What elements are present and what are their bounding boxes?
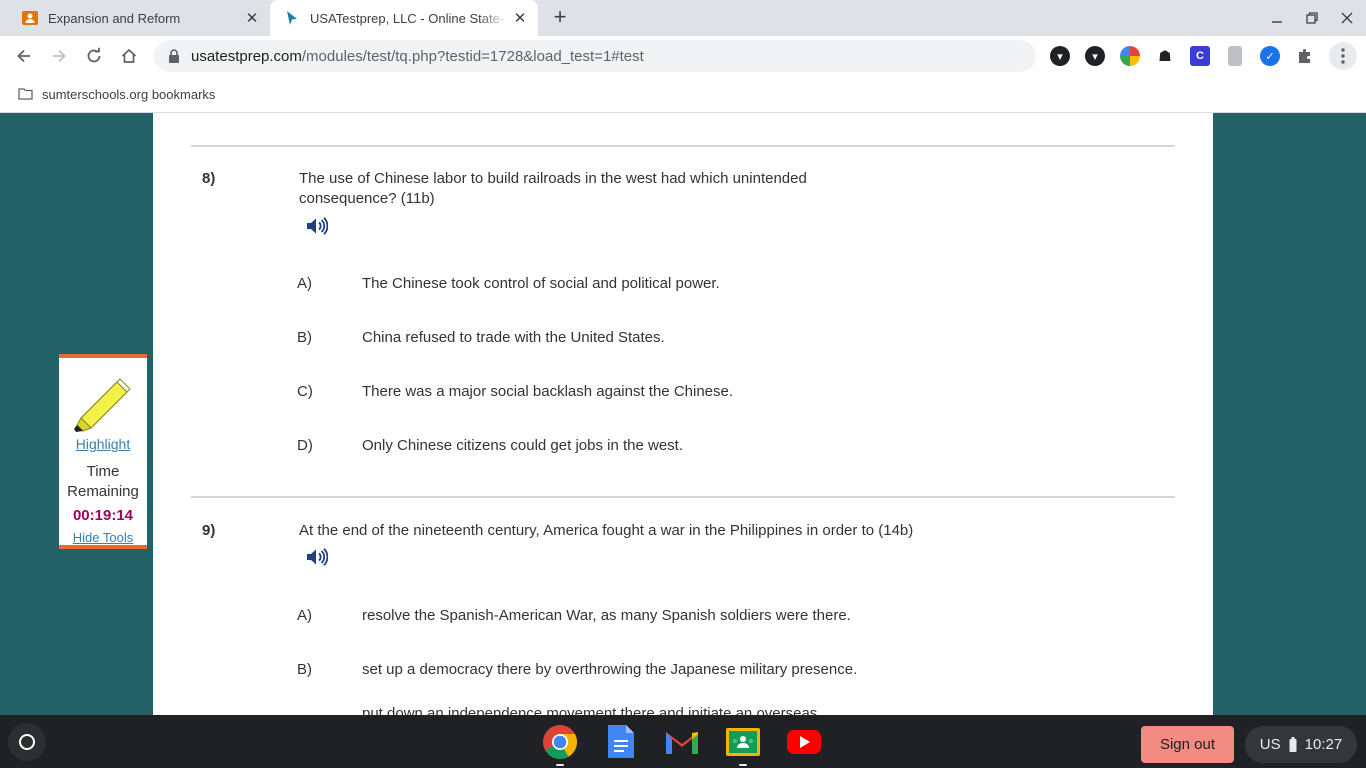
restore-icon[interactable] (1300, 6, 1324, 30)
input-method-label: US (1259, 736, 1281, 753)
folder-icon (18, 88, 33, 100)
answer-text: resolve the Spanish-American War, as man… (362, 607, 851, 624)
usatestprep-icon (287, 11, 297, 25)
divider (191, 145, 1175, 147)
tab-strip: Expansion and Reform ✕ USATestprep, LLC … (0, 0, 1366, 36)
sign-out-button[interactable]: Sign out (1141, 726, 1234, 763)
tab-expansion-and-reform[interactable]: Expansion and Reform ✕ (0, 0, 270, 36)
hide-tools-link[interactable]: Hide Tools (59, 530, 147, 545)
shield-check-extension-icon[interactable]: ✓ (1260, 46, 1280, 66)
tab-title: USATestprep, LLC - Online State- (310, 10, 505, 26)
question-number: 9) (202, 522, 216, 539)
battery-icon (1289, 737, 1297, 752)
answer-text: put down an independence movement there … (362, 705, 818, 715)
speaker-icon[interactable] (306, 547, 328, 567)
question-number: 8) (202, 170, 216, 187)
chrome-icon[interactable] (542, 724, 578, 766)
url-host: usatestprep.com (191, 47, 302, 65)
document-extension-icon[interactable] (1228, 46, 1242, 66)
home-icon[interactable] (117, 44, 141, 68)
shield-extension-icon[interactable]: ▾ (1050, 46, 1070, 66)
colorful-extension-icon[interactable] (1120, 46, 1140, 66)
speaker-icon[interactable] (306, 216, 328, 236)
test-content-panel: 8) The use of Chinese labor to build rai… (153, 113, 1213, 715)
bookmarks-bar: sumterschools.org bookmarks (0, 76, 1366, 113)
lock-icon (169, 49, 179, 63)
system-tray[interactable]: US 10:27 (1245, 726, 1357, 763)
answer-letter: A) (297, 607, 312, 624)
running-indicator (739, 764, 747, 766)
answer-text: There was a major social backlash agains… (362, 383, 734, 400)
answer-letter: B) (297, 661, 312, 678)
google-docs-icon[interactable] (603, 724, 639, 760)
url-path: /modules/test/tq.php?testid=1728&load_te… (301, 47, 644, 65)
test-tools-panel: Highlight Time Remaining 00:19:14 Hide T… (59, 354, 147, 549)
question-text: The use of Chinese labor to build railro… (299, 169, 807, 209)
back-icon[interactable] (12, 44, 36, 68)
bookmark-folder-label[interactable]: sumterschools.org bookmarks (42, 87, 215, 102)
spy-extension-icon[interactable]: ☗ (1155, 46, 1175, 66)
highlight-link[interactable]: Highlight (59, 436, 147, 452)
answer-letter: A) (297, 275, 312, 292)
google-classroom-icon[interactable] (725, 724, 761, 766)
tab-usatestprep[interactable]: USATestprep, LLC - Online State- ✕ (270, 0, 538, 36)
answer-text: Only Chinese citizens could get jobs in … (362, 437, 683, 454)
gmail-icon[interactable] (664, 724, 700, 760)
launcher-button[interactable] (8, 723, 46, 761)
new-tab-button[interactable]: + (548, 6, 572, 30)
close-tab-icon[interactable]: ✕ (240, 9, 264, 27)
answer-text: China refused to trade with the United S… (362, 329, 665, 346)
answer-letter: B) (297, 329, 312, 346)
os-shelf: Sign out US 10:27 (0, 715, 1366, 768)
divider (191, 496, 1175, 498)
minimize-icon[interactable] (1265, 6, 1289, 30)
clock: 10:27 (1304, 736, 1343, 753)
browser-toolbar: usatestprep.com/modules/test/tq.php?test… (0, 36, 1366, 76)
answer-letter: D) (297, 437, 313, 454)
classroom-assignment-icon (22, 11, 38, 25)
question-text-line: At the end of the nineteenth century, Am… (299, 522, 914, 539)
address-bar[interactable]: usatestprep.com/modules/test/tq.php?test… (154, 40, 1036, 72)
question-text-line: The use of Chinese labor to build railro… (299, 170, 807, 187)
question-text: At the end of the nineteenth century, Am… (299, 521, 913, 541)
question-text-line: consequence? (11b) (299, 190, 435, 207)
tab-title: Expansion and Reform (48, 10, 181, 26)
shield-extension-icon[interactable]: ▾ (1085, 46, 1105, 66)
answer-letter: C) (297, 383, 313, 400)
extensions-puzzle-icon[interactable] (1295, 46, 1315, 66)
answer-text: set up a democracy there by overthrowing… (362, 661, 858, 678)
c-extension-icon[interactable]: C (1190, 46, 1210, 66)
highlighter-icon[interactable] (73, 374, 133, 432)
forward-icon[interactable] (47, 44, 71, 68)
menu-kebab-icon[interactable] (1329, 42, 1357, 70)
close-window-icon[interactable] (1335, 6, 1359, 30)
close-tab-icon[interactable]: ✕ (508, 9, 532, 27)
youtube-icon[interactable] (786, 724, 822, 760)
reload-icon[interactable] (82, 44, 106, 68)
time-remaining-label: Time Remaining (67, 463, 139, 500)
countdown-timer: 00:19:14 (72, 507, 134, 524)
launcher-circle-icon (19, 734, 35, 750)
answer-text: The Chinese took control of social and p… (362, 275, 720, 292)
running-indicator (556, 764, 564, 766)
